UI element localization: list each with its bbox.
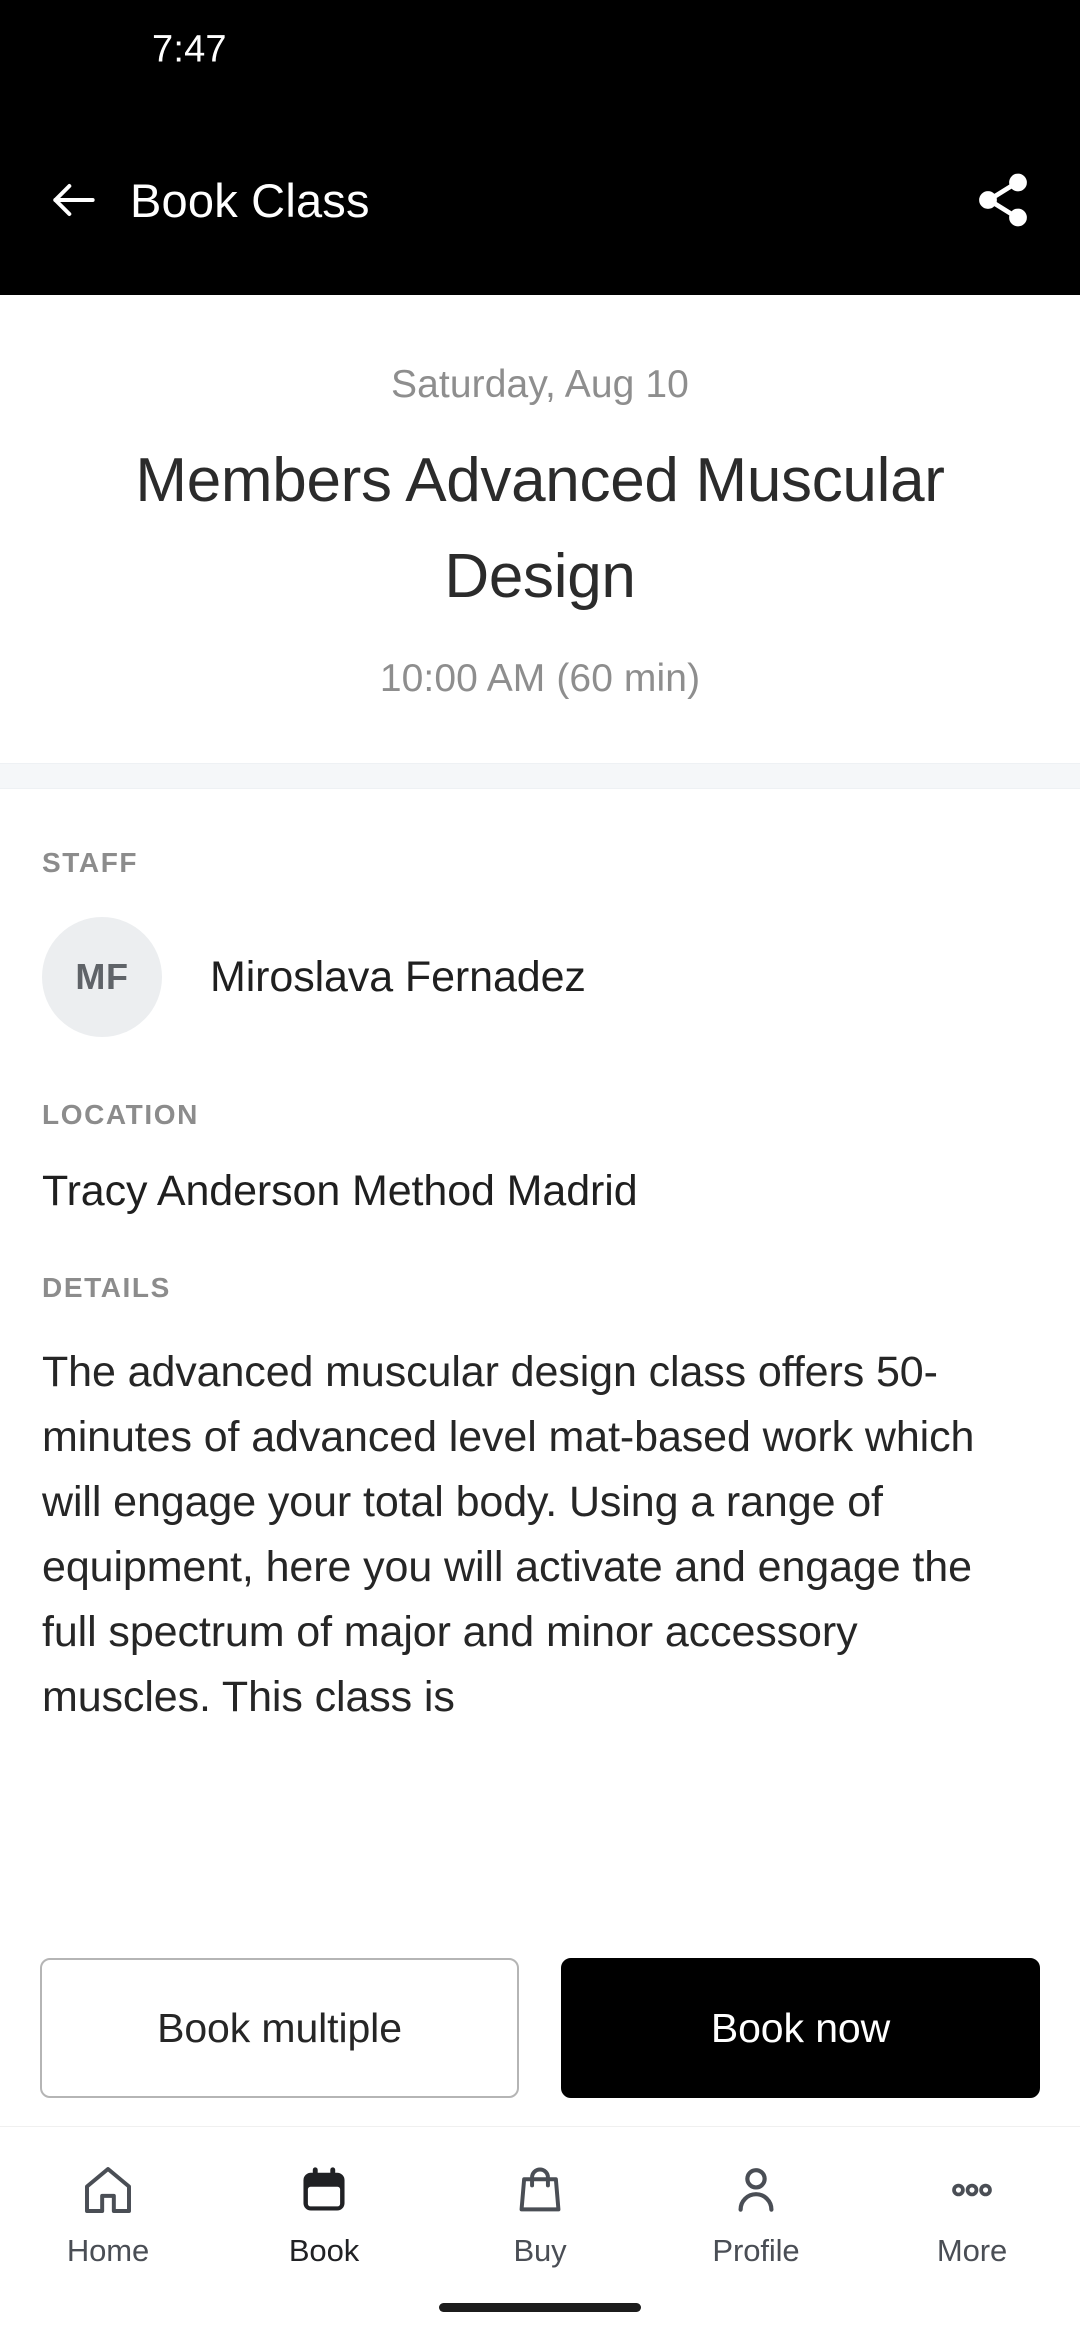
app-screen: 7:47 Book Class Saturday, Aug 10 Members… (0, 0, 1080, 2340)
class-detail-scroll[interactable]: Saturday, Aug 10 Members Advanced Muscul… (0, 295, 1080, 1930)
nav-item-profile[interactable]: Profile (648, 2159, 864, 2269)
nav-label-home: Home (66, 2233, 150, 2268)
nav-label-buy: Buy (513, 2233, 567, 2268)
avatar-initials: MF (75, 956, 129, 997)
calendar-icon (293, 2159, 355, 2221)
book-now-button[interactable]: Book now (561, 1958, 1040, 2098)
staff-section-label: STAFF (42, 847, 139, 878)
status-bar: 7:47 (0, 0, 1080, 105)
app-bar: Book Class (0, 105, 1080, 295)
home-icon (77, 2159, 139, 2221)
detail-sections: STAFF MF Miroslava Fernadez LOCATION Tra… (0, 789, 1080, 1730)
location-section: LOCATION Tracy Anderson Method Madrid (42, 1037, 1038, 1216)
nav-label-more: More (936, 2233, 1008, 2268)
staff-section: STAFF MF Miroslava Fernadez (42, 789, 1038, 1037)
staff-name: Miroslava Fernadez (210, 952, 586, 1001)
arrow-left-icon[interactable] (46, 172, 102, 228)
status-bar-clock: 7:47 (152, 28, 227, 71)
share-icon[interactable] (972, 169, 1034, 231)
content-fade-overlay (0, 1860, 1080, 1930)
class-date: Saturday, Aug 10 (391, 363, 689, 406)
more-dots-icon (941, 2159, 1003, 2221)
shopping-bag-icon (509, 2159, 571, 2221)
staff-row[interactable]: MF Miroslava Fernadez (42, 917, 1038, 1037)
avatar: MF (42, 917, 162, 1037)
details-section-label: DETAILS (42, 1272, 171, 1303)
nav-item-book[interactable]: Book (216, 2159, 432, 2269)
location-value: Tracy Anderson Method Madrid (42, 1167, 638, 1215)
nav-item-buy[interactable]: Buy (432, 2159, 648, 2269)
action-bar: Book multiple Book now (0, 1930, 1080, 2126)
nav-label-profile: Profile (712, 2233, 800, 2268)
page-title: Book Class (130, 173, 370, 227)
gesture-home-indicator[interactable] (439, 2303, 641, 2312)
person-icon (725, 2159, 787, 2221)
nav-item-more[interactable]: More (864, 2159, 1080, 2269)
class-title: Members Advanced Muscular Design (135, 446, 945, 611)
nav-item-home[interactable]: Home (0, 2159, 216, 2269)
class-time: 10:00 AM (60 min) (379, 657, 701, 700)
details-text: The advanced muscular design class offer… (42, 1348, 975, 1721)
details-section: DETAILS The advanced muscular design cla… (42, 1216, 1038, 1730)
class-header: Saturday, Aug 10 Members Advanced Muscul… (0, 295, 1080, 763)
section-divider (0, 763, 1080, 789)
book-multiple-button[interactable]: Book multiple (40, 1958, 519, 2098)
location-section-label: LOCATION (42, 1099, 199, 1130)
nav-label-book: Book (288, 2233, 360, 2268)
